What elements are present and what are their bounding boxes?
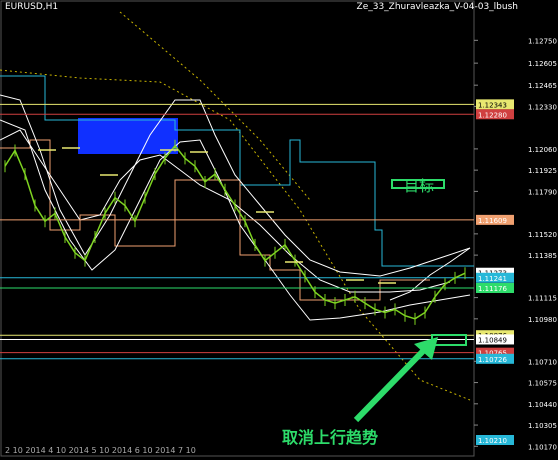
y-tick-label: 1.12060 (528, 146, 557, 154)
y-tick-label: 1.10980 (528, 316, 557, 324)
upper-band-outer (0, 94, 471, 277)
symbol-label: EURUSD,H1 (5, 2, 59, 12)
price-chart: 1.12750 1.12605 1.12465 1.12330 1.12060 1.119… (0, 0, 557, 457)
y-tick-label: 1.12330 (528, 103, 557, 111)
y-tick-label: 1.12750 (528, 37, 557, 45)
target-annotation: 目标 (404, 177, 435, 195)
y-tick-label: 1.10170 (528, 443, 557, 451)
cancel-uptrend-annotation: 取消上行趋势 (282, 428, 379, 447)
y-tick-label: 1.11385 (528, 252, 557, 260)
y-tick-label: 1.11790 (528, 188, 557, 196)
right-expansion-band (389, 247, 471, 301)
y-tick-label: 1.12605 (528, 60, 557, 68)
price-label-text: 1.12343 (478, 101, 507, 109)
blue-zone-box (78, 118, 178, 154)
price-label-text: 1.11241 (478, 275, 507, 283)
time-axis-labels: 2 10 2014 4 10 2014 5 10 2014 6 10 2014 … (5, 446, 196, 455)
y-tick-label: 1.12465 (528, 82, 557, 90)
price-label-text: 1.10726 (478, 356, 507, 364)
price-line (4, 144, 466, 320)
price-label-text: 1.11176 (478, 285, 507, 293)
y-tick-label: 1.11115 (528, 295, 557, 303)
y-tick-label: 1.10440 (528, 401, 557, 409)
y-tick-label: 1.10710 (528, 358, 557, 366)
y-tick-label: 1.10305 (528, 422, 557, 430)
price-label-text: 1.10849 (478, 336, 507, 344)
y-tick-label: 1.10575 (528, 380, 557, 388)
price-label-text: 1.12280 (478, 111, 507, 119)
y-tick-label: 1.11520 (528, 231, 557, 239)
cancel-arrow (353, 343, 431, 423)
y-tick-label: 1.11925 (528, 167, 557, 175)
price-label-text: 1.10210 (478, 437, 507, 445)
price-label-text: 1.11609 (478, 217, 507, 225)
plot-frame (0, 0, 475, 457)
indicator-label: Ze_33_Zhuravleazka_V-04-03_lbush (356, 2, 518, 12)
